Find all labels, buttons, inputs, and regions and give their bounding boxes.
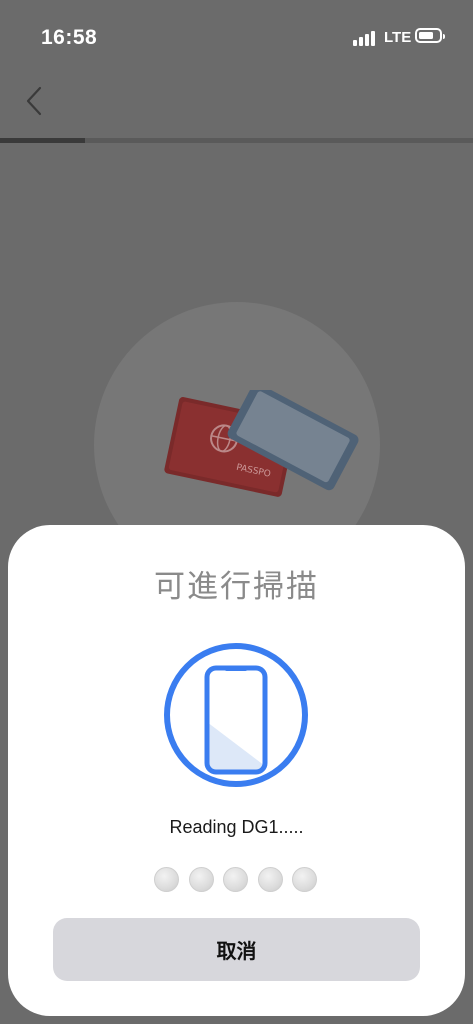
nfc-scan-sheet: 可進行掃描 Reading DG1..... 取消 — [8, 525, 465, 1016]
progress-dot — [223, 867, 248, 892]
status-bar: 16:58 LTE — [0, 0, 473, 76]
cancel-button[interactable]: 取消 — [53, 918, 420, 981]
progress-dot — [292, 867, 317, 892]
chevron-left-icon — [26, 86, 42, 116]
signal-icon — [353, 30, 379, 46]
passport-phone-illustration: PASSPO — [164, 390, 359, 497]
battery-icon — [415, 28, 445, 43]
sheet-title: 可進行掃描 — [154, 569, 319, 605]
step-progress-bar — [0, 138, 473, 143]
phone-scan-icon — [164, 643, 308, 787]
network-label: LTE — [384, 29, 412, 46]
reading-progress-dots — [154, 867, 324, 893]
status-time: 16:58 — [41, 26, 98, 49]
back-button[interactable] — [20, 82, 50, 120]
step-progress-fill — [0, 138, 86, 143]
progress-dot — [154, 867, 179, 892]
progress-dot — [257, 867, 283, 892]
progress-dot — [188, 867, 214, 892]
reading-status: Reading DG1..... — [169, 817, 304, 837]
